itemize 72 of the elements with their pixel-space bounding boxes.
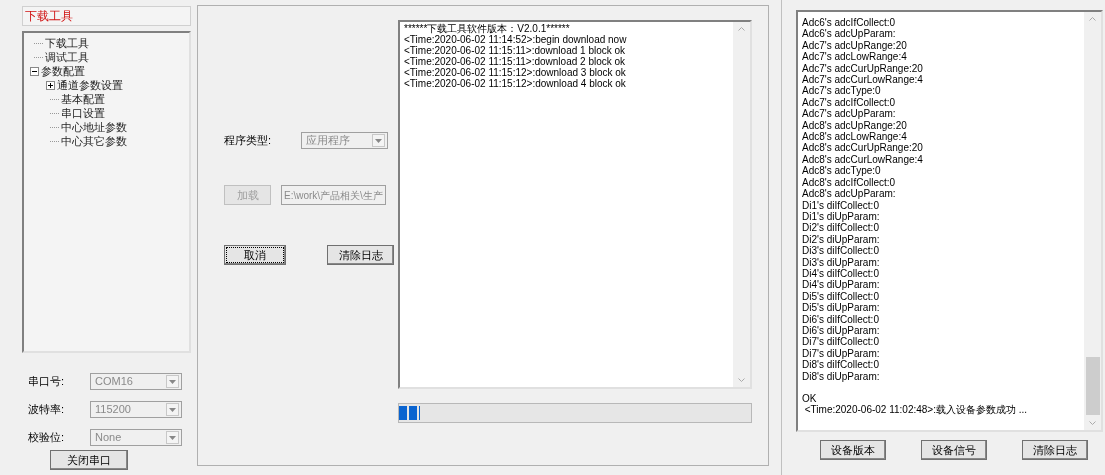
push-button[interactable]: 清除日志 [1022,440,1088,460]
log-line: Di2's diUpParam: [802,233,881,246]
tree-item[interactable]: 串口设置 [61,106,105,120]
push-button[interactable]: 清除日志 [327,245,394,265]
tree-item[interactable]: 基本配置 [61,92,105,106]
push-button[interactable]: 取消 [224,245,286,265]
log-line: ******下载工具软件版本：V2.0.1****** [404,23,571,34]
log-line: Adc8's adcCurUpRange:20 [802,142,924,154]
field-label: 串口号: [28,374,66,390]
log-line: Adc7's adcType:0 [802,85,881,97]
log-line: Adc8's adcCurLowRange:4 [802,153,924,166]
log-line: <Time:2020-06-02 11:15:11>:download 1 block ok [404,45,627,56]
log-line: <Time:2020-06-02 11:15:11>:download 2 block ok [404,56,627,67]
log-line: Adc7's adcCurLowRange:4 [802,74,924,86]
log-line: Di5's diUpParam: [802,302,881,314]
caret-icon [166,431,179,444]
tree-item[interactable]: 参数配置 [41,64,85,78]
tree-item[interactable]: 调试工具 [45,50,89,64]
field-label: 程序类型: [224,133,272,149]
expand-icon[interactable] [46,80,55,90]
log-line: Di3's diUpParam: [802,256,881,268]
log-line: Adc6's adcIfCollect:0 [802,17,897,29]
log-line: Adc8's adcIfCollect:0 [802,176,897,189]
push-button[interactable]: 关闭串口 [50,450,128,470]
caret-icon [166,403,179,416]
log-line: <Time:2020-06-02 11:15:12>:download 3 block ok [404,67,627,78]
log-line: Di2's diIfCollect:0 [802,222,880,234]
log-line: Di1's diIfCollect:0 [802,199,880,211]
log-line: <Time:2020-06-02 11:14:52>:begin download now [404,34,628,45]
field-label: 校验位: [28,430,66,446]
log-line: Adc8's adcUpRange:20 [802,119,908,132]
tree-item[interactable]: 通道参数设置 [57,78,123,92]
log-line: Di4's diUpParam: [802,279,881,291]
collapse-icon[interactable] [30,66,39,76]
log-line: Adc7's adcCurUpRange:20 [802,62,924,75]
log-line: Di6's diIfCollect:0 [802,313,880,325]
log-line: Di7's diIfCollect:0 [802,336,880,348]
field-label: 波特率: [28,402,66,418]
log-line: Adc7's adcUpParam: [802,108,897,120]
log-line: Di3's diIfCollect:0 [802,245,880,257]
log-line: OK [802,393,818,405]
log-line: Di5's diIfCollect:0 [802,290,880,303]
scroll-up-icon[interactable] [738,27,745,31]
log-line: Adc8's adcType:0 [802,165,882,177]
tree-item[interactable]: 下载工具 [45,36,89,50]
log-line: Adc8's adcUpParam: [802,188,897,200]
log-line: Adc7's adcIfCollect:0 [802,96,897,109]
caret-icon [372,134,386,147]
push-button[interactable]: 设备版本 [820,440,886,460]
log-line: Di4's diIfCollect:0 [802,267,880,280]
scrollbar[interactable] [1084,12,1101,430]
log-line: Di8's diIfCollect:0 [802,359,880,371]
push-button[interactable]: 设备信号 [921,440,987,460]
title-field: 下载工具 [22,6,191,26]
log-line: Di6's diUpParam: [802,324,881,337]
log-line: Di7's diUpParam: [802,347,881,360]
log-line: Adc8's adcLowRange:4 [802,131,907,143]
tree-item[interactable]: 中心地址参数 [61,120,127,134]
tree-item[interactable]: 中心其它参数 [61,134,127,148]
caret-icon [166,375,179,388]
scrollbar[interactable] [733,22,750,387]
log-line: Di1's diUpParam: [802,210,881,223]
scroll-thumb[interactable] [1085,357,1100,415]
log-line: <Time:2020-06-02 11:02:48>:载入设备参数成功 ... [803,404,1029,416]
log-line: Adc7's adcUpRange:20 [802,39,908,52]
scroll-up-icon[interactable] [1089,17,1096,21]
log-line: Adc6's adcUpParam: [802,28,897,40]
scroll-down-icon[interactable] [738,378,745,382]
log-line: <Time:2020-06-02 11:15:12>:download 4 block ok [404,78,627,89]
log-line: Adc7's adcLowRange:4 [802,51,908,63]
scroll-down-icon[interactable] [1089,421,1096,425]
log-line: Di8's diUpParam: [802,370,881,382]
